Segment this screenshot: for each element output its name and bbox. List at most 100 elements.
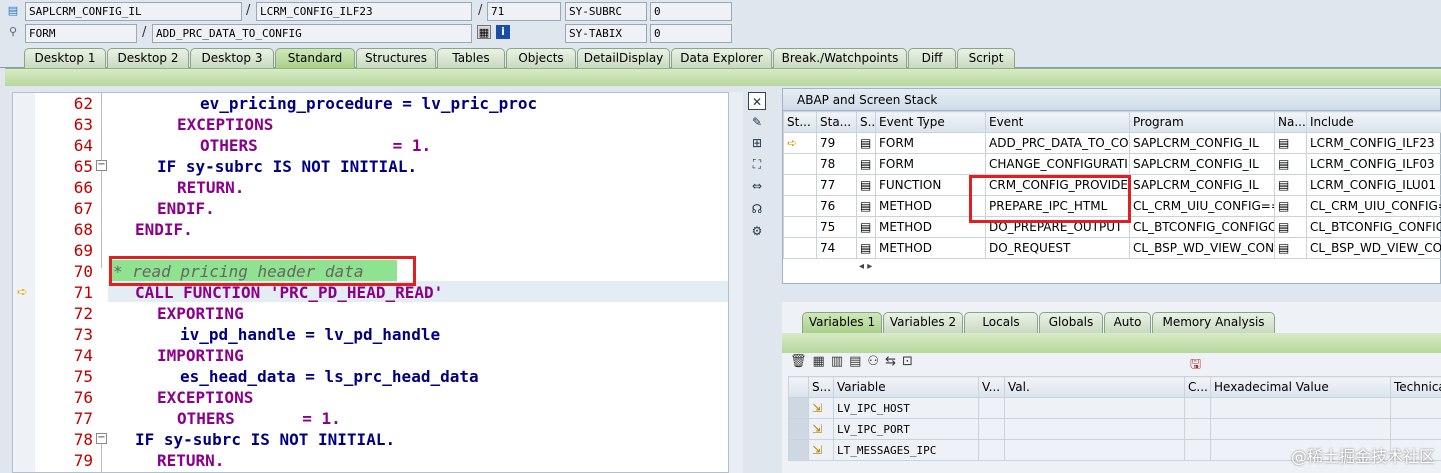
row-selector[interactable] bbox=[788, 439, 809, 461]
event-type: METHOD bbox=[875, 237, 986, 259]
nav-icon[interactable]: ▤ bbox=[1274, 132, 1307, 154]
info-icon[interactable]: i bbox=[496, 25, 510, 39]
table-icon[interactable]: ▥ bbox=[831, 354, 849, 369]
program-name: CL_BSP_WD_VIEW_CON... bbox=[1129, 237, 1275, 259]
nav-icon[interactable]: ▤ bbox=[1274, 174, 1307, 196]
nav-icon[interactable]: ▤ bbox=[1274, 216, 1307, 238]
tab-standard[interactable]: Standard bbox=[275, 48, 355, 68]
event-type-field[interactable]: FORM bbox=[25, 24, 137, 43]
line-number: 72 bbox=[73, 304, 93, 323]
variable-cell[interactable] bbox=[978, 439, 1005, 461]
link-icon[interactable]: ⊡ bbox=[902, 354, 919, 369]
column-header[interactable]: Hexadecimal Value bbox=[1210, 376, 1391, 398]
swap-icon[interactable]: ⇔ bbox=[748, 177, 766, 195]
column-header[interactable]: Event bbox=[985, 111, 1130, 133]
variable-value[interactable] bbox=[1004, 397, 1185, 419]
code-line: RETURN. bbox=[177, 178, 245, 197]
nav-icon[interactable]: ▤ bbox=[1274, 195, 1307, 217]
event-field[interactable]: ADD_PRC_DATA_TO_CONFIG bbox=[152, 24, 472, 43]
tree-icon[interactable]: ⚇ bbox=[867, 354, 885, 369]
stack-header-row: St... Sta... S... Event Type Event Progr… bbox=[783, 111, 1441, 133]
code-line: EXPORTING bbox=[157, 304, 244, 323]
variable-cell[interactable] bbox=[1184, 439, 1211, 461]
tab-locals[interactable]: Locals bbox=[964, 312, 1038, 333]
transfer-icon[interactable]: ⇆ bbox=[885, 354, 902, 369]
variable-hex[interactable] bbox=[1210, 397, 1391, 419]
column-header[interactable]: Sta... bbox=[816, 111, 857, 133]
variable-name[interactable]: LV_IPC_HOST bbox=[833, 397, 979, 419]
column-header[interactable]: Na... bbox=[1274, 111, 1307, 133]
table-row[interactable]: ➪ 79 ▤ FORM ADD_PRC_DATA_TO_CO... SAPLCR… bbox=[783, 132, 1441, 154]
tab-desktop-2[interactable]: Desktop 2 bbox=[107, 48, 189, 68]
tab-data-explorer[interactable]: Data Explorer bbox=[671, 48, 772, 68]
column-header[interactable]: Program bbox=[1129, 111, 1275, 133]
variable-cell[interactable] bbox=[978, 397, 1005, 419]
variable-value[interactable] bbox=[1004, 418, 1185, 440]
export-icon[interactable]: ▤ bbox=[849, 354, 867, 369]
headset-icon[interactable]: ☊ bbox=[748, 200, 766, 218]
variable-hex[interactable] bbox=[1210, 418, 1391, 440]
program-field[interactable]: SAPLCRM_CONFIG_IL bbox=[25, 2, 242, 21]
sy-subrc-value[interactable]: 0 bbox=[650, 2, 732, 21]
editor-scrollbar[interactable] bbox=[728, 92, 743, 473]
display-icon[interactable]: ▦ bbox=[477, 25, 491, 39]
column-header[interactable]: Variable bbox=[833, 376, 979, 398]
source-code-editor[interactable]: ➪ − − 62 ev_pricing_procedure = lv_pric_… bbox=[12, 92, 743, 473]
tab-detaildisplay[interactable]: DetailDisplay bbox=[577, 48, 670, 68]
column-header[interactable]: V... bbox=[978, 376, 1005, 398]
sy-tabix-value[interactable]: 0 bbox=[650, 24, 732, 43]
tab-desktop-1[interactable]: Desktop 1 bbox=[24, 48, 106, 68]
variable-name[interactable]: LV_IPC_PORT bbox=[833, 418, 979, 440]
tab-diff[interactable]: Diff bbox=[908, 48, 956, 68]
delete-icon[interactable]: 🗑 bbox=[790, 354, 813, 369]
tab-script[interactable]: Script bbox=[957, 48, 1015, 68]
tab-desktop-3[interactable]: Desktop 3 bbox=[190, 48, 274, 68]
tab-breakpoints[interactable]: Break./Watchpoints bbox=[773, 48, 907, 68]
table-row[interactable]: ⇲ LV_IPC_PORT bbox=[788, 418, 1441, 440]
variable-cell[interactable] bbox=[978, 418, 1005, 440]
tab-auto[interactable]: Auto bbox=[1104, 312, 1151, 333]
row-selector[interactable] bbox=[788, 418, 809, 440]
close-icon[interactable]: ✕ bbox=[748, 92, 766, 110]
tab-objects[interactable]: Objects bbox=[506, 48, 576, 68]
settings-icon[interactable]: ⚙ bbox=[748, 222, 766, 240]
table-row[interactable]: ⇲ LV_IPC_HOST bbox=[788, 397, 1441, 419]
row-selector[interactable] bbox=[788, 397, 809, 419]
column-header[interactable]: Event Type bbox=[875, 111, 986, 133]
column-header[interactable]: Val. bbox=[1004, 376, 1185, 398]
variable-cell[interactable] bbox=[1390, 397, 1441, 419]
variable-name[interactable]: LT_MESSAGES_IPC bbox=[833, 439, 979, 461]
line-field[interactable]: 71 bbox=[487, 2, 561, 21]
insert-icon[interactable]: ▦ bbox=[813, 354, 831, 369]
variable-cell[interactable] bbox=[1184, 397, 1211, 419]
tab-variables-1[interactable]: Variables 1 bbox=[802, 312, 882, 333]
source-icon: ▤ bbox=[856, 132, 876, 154]
column-header[interactable]: S... bbox=[856, 111, 876, 133]
include-field[interactable]: LCRM_CONFIG_ILF23 bbox=[256, 2, 472, 21]
column-header[interactable]: Technica bbox=[1390, 376, 1441, 398]
tab-memory-analysis[interactable]: Memory Analysis bbox=[1152, 312, 1275, 333]
tab-structures[interactable]: Structures bbox=[356, 48, 436, 68]
column-header[interactable]: C... bbox=[1184, 376, 1211, 398]
maximize-icon[interactable]: ⛶ bbox=[748, 155, 766, 173]
save-icon[interactable]: 🖫 bbox=[1190, 355, 1201, 377]
column-header[interactable]: St... bbox=[783, 111, 817, 133]
tab-globals[interactable]: Globals bbox=[1039, 312, 1103, 333]
variable-cell[interactable] bbox=[1390, 418, 1441, 440]
nav-icon[interactable]: ▤ bbox=[1274, 153, 1307, 175]
code-line: IF sy-subrc IS NOT INITIAL. bbox=[157, 157, 418, 176]
tree-icon[interactable]: ⊞ bbox=[748, 134, 766, 152]
tab-tables[interactable]: Tables bbox=[437, 48, 505, 68]
table-row[interactable]: 78 ▤ FORM CHANGE_CONFIGURATI... SAPLCRM_… bbox=[783, 153, 1441, 175]
new-tool-icon[interactable]: ✎ bbox=[748, 113, 766, 131]
highlight-box-events bbox=[969, 175, 1131, 223]
line-number: 69 bbox=[73, 241, 93, 260]
variable-cell[interactable] bbox=[1184, 418, 1211, 440]
column-header[interactable]: S... bbox=[808, 376, 834, 398]
column-header[interactable]: Include bbox=[1306, 111, 1441, 133]
variable-value[interactable] bbox=[1004, 439, 1185, 461]
table-row[interactable]: 74 ▤ METHOD DO_REQUEST CL_BSP_WD_VIEW_CO… bbox=[783, 237, 1441, 259]
horizontal-scrollbar[interactable]: ◂ ▸ bbox=[859, 261, 969, 275]
nav-icon[interactable]: ▤ bbox=[1274, 237, 1307, 259]
tab-variables-2[interactable]: Variables 2 bbox=[883, 312, 963, 333]
